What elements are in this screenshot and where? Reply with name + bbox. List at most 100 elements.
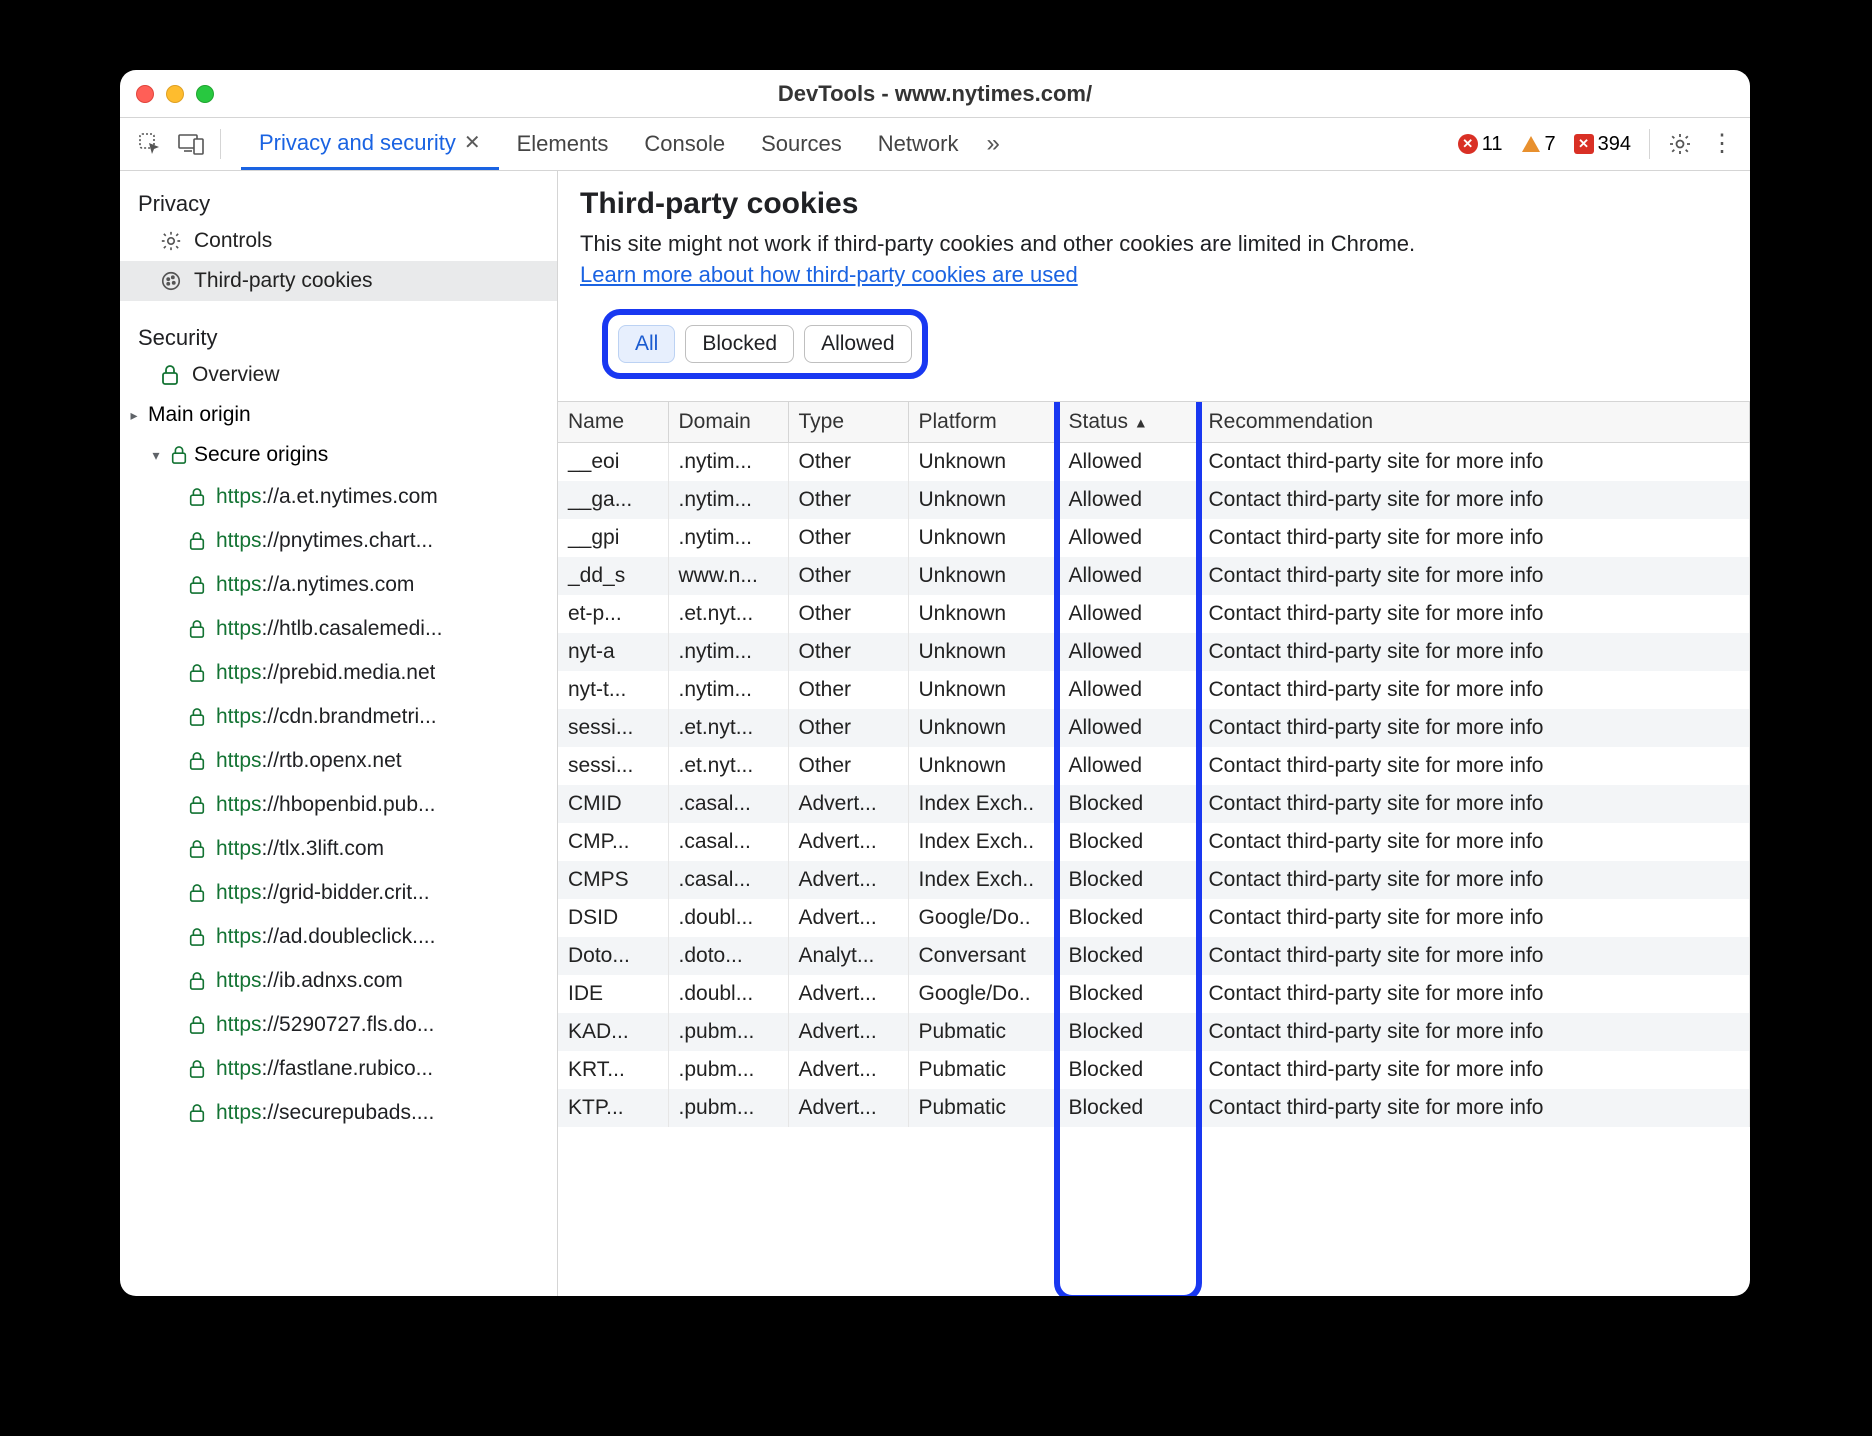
col-header-name[interactable]: Name bbox=[558, 402, 668, 443]
table-row[interactable]: sessi....et.nyt...OtherUnknownAllowedCon… bbox=[558, 709, 1750, 747]
table-row[interactable]: _dd_swww.n...OtherUnknownAllowedContact … bbox=[558, 557, 1750, 595]
tab-label: Network bbox=[878, 131, 959, 157]
cell-domain: .et.nyt... bbox=[668, 595, 788, 633]
col-header-platform[interactable]: Platform bbox=[908, 402, 1058, 443]
sidebar-item-controls[interactable]: Controls bbox=[120, 221, 557, 261]
cell-domain: .nytim... bbox=[668, 633, 788, 671]
col-header-domain[interactable]: Domain bbox=[668, 402, 788, 443]
filter-chip-allowed[interactable]: Allowed bbox=[804, 325, 912, 363]
cell-type: Other bbox=[788, 481, 908, 519]
table-row[interactable]: KTP....pubm...Advert...PubmaticBlockedCo… bbox=[558, 1089, 1750, 1127]
origin-item[interactable]: https://fastlane.rubico... bbox=[120, 1047, 557, 1091]
tab-label: Privacy and security bbox=[259, 130, 456, 156]
origin-item[interactable]: https://ad.doubleclick.... bbox=[120, 915, 557, 959]
cell-platform: Unknown bbox=[908, 519, 1058, 557]
filter-chip-all[interactable]: All bbox=[618, 325, 675, 363]
cell-type: Other bbox=[788, 557, 908, 595]
zoom-window-button[interactable] bbox=[196, 85, 214, 103]
more-tabs-button[interactable]: » bbox=[976, 118, 1009, 170]
cell-platform: Pubmatic bbox=[908, 1089, 1058, 1127]
table-row[interactable]: CMID.casal...Advert...Index Exch..Blocke… bbox=[558, 785, 1750, 823]
gear-icon bbox=[160, 230, 182, 252]
table-row[interactable]: KRT....pubm...Advert...PubmaticBlockedCo… bbox=[558, 1051, 1750, 1089]
cell-domain: .pubm... bbox=[668, 1013, 788, 1051]
cell-domain: .nytim... bbox=[668, 481, 788, 519]
sidebar-item-overview[interactable]: Overview bbox=[120, 355, 557, 395]
violation-icon: ✕ bbox=[1574, 134, 1594, 154]
origin-scheme: https bbox=[216, 573, 262, 596]
tab-label: Sources bbox=[761, 131, 842, 157]
close-tab-icon[interactable]: ✕ bbox=[464, 130, 481, 155]
origin-host: ://5290727.fls.do... bbox=[262, 1013, 435, 1036]
cell-type: Advert... bbox=[788, 1013, 908, 1051]
learn-more-link[interactable]: Learn more about how third-party cookies… bbox=[580, 262, 1078, 287]
sidebar-item-third-party-cookies[interactable]: Third-party cookies bbox=[120, 261, 557, 301]
minimize-window-button[interactable] bbox=[166, 85, 184, 103]
table-row[interactable]: KAD....pubm...Advert...PubmaticBlockedCo… bbox=[558, 1013, 1750, 1051]
cell-status: Blocked bbox=[1058, 975, 1198, 1013]
more-options-icon[interactable]: ⋮ bbox=[1710, 139, 1734, 149]
origin-item[interactable]: https://rtb.openx.net bbox=[120, 739, 557, 783]
origin-item[interactable]: https://hbopenbid.pub... bbox=[120, 783, 557, 827]
origin-item[interactable]: https://ib.adnxs.com bbox=[120, 959, 557, 1003]
table-row[interactable]: __ga....nytim...OtherUnknownAllowedConta… bbox=[558, 481, 1750, 519]
table-row[interactable]: sessi....et.nyt...OtherUnknownAllowedCon… bbox=[558, 747, 1750, 785]
origin-host: ://cdn.brandmetri... bbox=[262, 705, 437, 728]
cell-type: Other bbox=[788, 709, 908, 747]
cell-reco: Contact third-party site for more info bbox=[1198, 823, 1750, 861]
table-row[interactable]: nyt-a.nytim...OtherUnknownAllowedContact… bbox=[558, 633, 1750, 671]
sidebar-heading-privacy: Privacy bbox=[120, 181, 557, 221]
origin-item[interactable]: https://pnytimes.chart... bbox=[120, 519, 557, 563]
table-row[interactable]: DSID.doubl...Advert...Google/Do..Blocked… bbox=[558, 899, 1750, 937]
errors-badge[interactable]: ✕ 11 bbox=[1458, 133, 1503, 156]
origin-scheme: https bbox=[216, 661, 262, 684]
origin-item[interactable]: https://a.nytimes.com bbox=[120, 563, 557, 607]
panel-tabs: Privacy and security ✕ Elements Console … bbox=[241, 118, 1010, 170]
cell-reco: Contact third-party site for more info bbox=[1198, 1013, 1750, 1051]
origin-item[interactable]: https://securepubads.... bbox=[120, 1091, 557, 1135]
origin-item[interactable]: https://5290727.fls.do... bbox=[120, 1003, 557, 1047]
inspect-element-icon[interactable] bbox=[138, 132, 162, 156]
tab-network[interactable]: Network bbox=[860, 118, 977, 170]
col-header-status[interactable]: Status ▲ bbox=[1058, 402, 1198, 443]
tab-console[interactable]: Console bbox=[626, 118, 743, 170]
warnings-badge[interactable]: 7 bbox=[1521, 133, 1556, 156]
table-row[interactable]: CMP....casal...Advert...Index Exch..Bloc… bbox=[558, 823, 1750, 861]
lock-icon bbox=[188, 1015, 206, 1035]
cell-type: Advert... bbox=[788, 1051, 908, 1089]
table-row[interactable]: __gpi.nytim...OtherUnknownAllowedContact… bbox=[558, 519, 1750, 557]
table-row[interactable]: IDE.doubl...Advert...Google/Do..BlockedC… bbox=[558, 975, 1750, 1013]
table-row[interactable]: CMPS.casal...Advert...Index Exch..Blocke… bbox=[558, 861, 1750, 899]
origin-item[interactable]: https://prebid.media.net bbox=[120, 651, 557, 695]
tree-main-origin[interactable]: ▸ Main origin bbox=[120, 395, 557, 435]
origin-item[interactable]: https://grid-bidder.crit... bbox=[120, 871, 557, 915]
origin-item[interactable]: https://a.et.nytimes.com bbox=[120, 475, 557, 519]
origin-host: ://ad.doubleclick.... bbox=[262, 925, 436, 948]
close-window-button[interactable] bbox=[136, 85, 154, 103]
violations-badge[interactable]: ✕ 394 bbox=[1574, 133, 1631, 156]
col-header-recommendation[interactable]: Recommendation bbox=[1198, 402, 1750, 443]
cell-reco: Contact third-party site for more info bbox=[1198, 519, 1750, 557]
cell-domain: .nytim... bbox=[668, 671, 788, 709]
table-row[interactable]: nyt-t....nytim...OtherUnknownAllowedCont… bbox=[558, 671, 1750, 709]
col-header-type[interactable]: Type bbox=[788, 402, 908, 443]
cell-status: Allowed bbox=[1058, 747, 1198, 785]
tab-sources[interactable]: Sources bbox=[743, 118, 860, 170]
origin-item[interactable]: https://tlx.3lift.com bbox=[120, 827, 557, 871]
table-row[interactable]: et-p....et.nyt...OtherUnknownAllowedCont… bbox=[558, 595, 1750, 633]
cell-name: KTP... bbox=[558, 1089, 668, 1127]
lock-icon bbox=[188, 487, 206, 507]
origin-scheme: https bbox=[216, 881, 262, 904]
tab-privacy-security[interactable]: Privacy and security ✕ bbox=[241, 118, 499, 170]
cookies-table: Name Domain Type Platform Status ▲ Recom… bbox=[558, 402, 1750, 1127]
origin-item[interactable]: https://htlb.casalemedi... bbox=[120, 607, 557, 651]
device-toggle-icon[interactable] bbox=[178, 133, 204, 155]
origin-item[interactable]: https://cdn.brandmetri... bbox=[120, 695, 557, 739]
cookies-table-wrap: Name Domain Type Platform Status ▲ Recom… bbox=[558, 401, 1750, 1296]
table-row[interactable]: __eoi.nytim...OtherUnknownAllowedContact… bbox=[558, 442, 1750, 481]
table-row[interactable]: Doto....doto...Analyt...ConversantBlocke… bbox=[558, 937, 1750, 975]
settings-icon[interactable] bbox=[1668, 132, 1692, 156]
tree-secure-origins[interactable]: ▾ Secure origins bbox=[120, 435, 557, 475]
tab-elements[interactable]: Elements bbox=[499, 118, 627, 170]
filter-chip-blocked[interactable]: Blocked bbox=[685, 325, 794, 363]
